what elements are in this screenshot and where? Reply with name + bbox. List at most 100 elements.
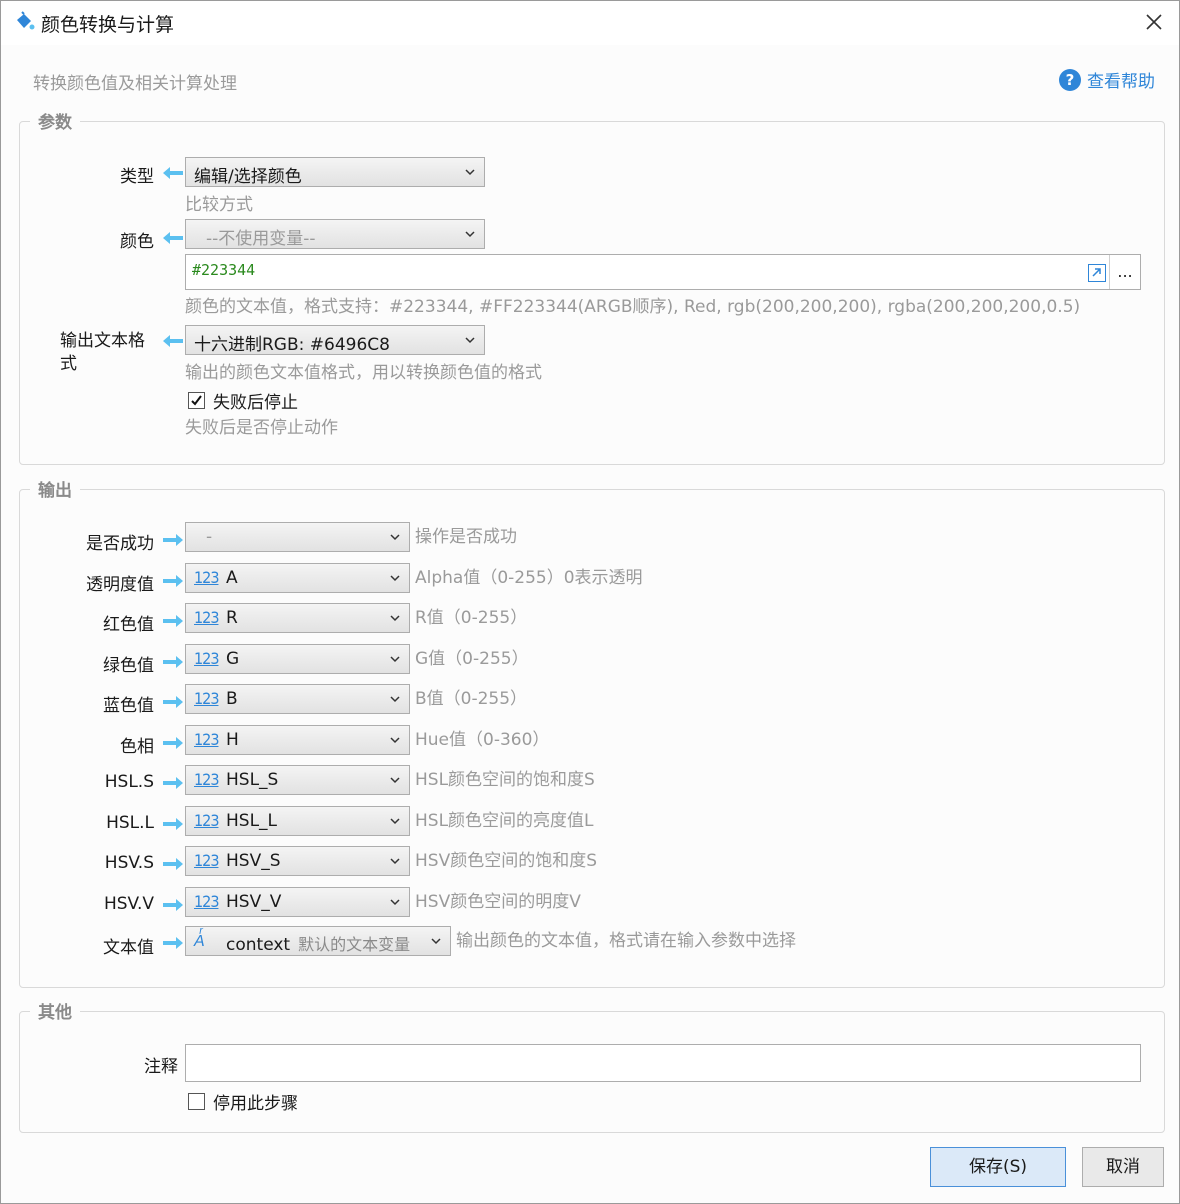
number-variable-icon: 123 — [194, 608, 219, 627]
format-label: 输出文本格式 — [60, 331, 145, 374]
output-arrow-icon — [163, 817, 183, 830]
check-icon — [191, 395, 202, 406]
number-variable-icon: 123 — [194, 689, 219, 708]
output-variable-select[interactable]: 123 HSV_V — [185, 886, 410, 917]
chevron-down-icon — [390, 817, 400, 824]
output-arrow-icon — [163, 937, 183, 949]
chevron-down-icon — [390, 736, 400, 743]
output-hint: HSV颜色空间的饱和度S — [415, 851, 597, 871]
comment-label: 注释 — [144, 1057, 178, 1077]
output-label: HSL.S — [104, 772, 154, 792]
save-button[interactable]: 保存(S) — [930, 1147, 1066, 1187]
comment-input[interactable] — [185, 1044, 1141, 1082]
format-hint: 输出的颜色文本值格式，用以转换颜色值的格式 — [185, 363, 542, 383]
number-variable-icon: 123 — [194, 648, 219, 668]
format-select[interactable]: 十六进制RGB: #6496C8 — [185, 325, 485, 355]
type-select[interactable]: 编辑/选择颜色 — [185, 157, 485, 187]
input-arrow-icon — [163, 335, 183, 347]
input-arrow-icon — [163, 232, 183, 244]
output-label: HSV.V — [103, 893, 154, 914]
input-arrow-icon — [163, 167, 183, 179]
number-variable-icon: 123 — [194, 567, 219, 587]
output-label: 是否成功 — [86, 534, 154, 554]
output-variable-select[interactable]: 123 A — [185, 562, 410, 593]
checkbox-box — [188, 392, 205, 409]
output-arrow-icon — [163, 696, 183, 708]
title-bar: 颜色转换与计算 — [1, 1, 1179, 45]
params-group: 参数 类型 编辑/选择颜色 比较方式 颜色 --不使用变量-- #223344 … — [19, 108, 1165, 465]
output-arrow-icon — [163, 777, 183, 789]
output-label: 透明度值 — [86, 574, 154, 595]
output-hint: Alpha值（0-255）0表示透明 — [415, 567, 643, 588]
checkbox-box — [188, 1093, 205, 1110]
output-group: 输出 是否成功 - 操作是否成功透明度值 123 A Alpha值（0-255）0表示透明… — [19, 476, 1165, 988]
output-arrow-icon — [163, 534, 183, 546]
output-legend: 输出 — [30, 476, 80, 501]
output-label: 色相 — [120, 736, 154, 757]
window-title: 颜色转换与计算 — [41, 14, 175, 36]
output-variable-select[interactable]: 123 H — [185, 724, 410, 755]
output-hint: HSV颜色空间的明度V — [415, 891, 581, 912]
output-arrow-icon — [163, 858, 183, 870]
output-arrow-icon — [163, 615, 183, 627]
output-hint: G值（0-255） — [415, 648, 529, 669]
output-hint: Hue值（0-360） — [415, 729, 550, 750]
number-variable-icon: 123 — [194, 851, 219, 870]
output-label: 绿色值 — [103, 655, 154, 676]
cancel-button[interactable]: 取消 — [1082, 1147, 1164, 1187]
output-label: HSV.S — [104, 853, 154, 873]
chevron-down-icon — [390, 655, 400, 662]
chevron-down-icon — [431, 938, 441, 945]
output-variable-select[interactable]: - — [185, 522, 410, 552]
color-hint: 颜色的文本值，格式支持：#223344, #FF223344(ARGB顺序), … — [185, 297, 1081, 317]
chevron-down-icon — [390, 858, 400, 865]
output-arrow-icon — [163, 898, 183, 911]
output-hint: HSL颜色空间的饱和度S — [415, 770, 595, 790]
dialog-subtitle: 转换颜色值及相关计算处理 — [33, 74, 237, 94]
output-variable-select[interactable]: 123 HSL_L — [185, 805, 410, 836]
output-variable-select[interactable]: 123 HSL_S — [185, 765, 410, 795]
color-label: 颜色 — [120, 232, 154, 252]
number-variable-icon: 123 — [194, 729, 219, 749]
output-label: 文本值 — [103, 938, 154, 958]
output-hint: R值（0-255） — [415, 608, 528, 628]
chevron-down-icon — [390, 615, 400, 622]
disable-step-checkbox[interactable]: 停用此步骤 — [188, 1089, 298, 1114]
help-link[interactable]: ? 查看帮助 — [1059, 67, 1155, 92]
number-variable-icon: 123 — [194, 810, 219, 830]
chevron-down-icon — [465, 337, 475, 344]
output-text-select[interactable]: Aͬ context 默认的文本变量 — [185, 926, 451, 956]
stop-on-fail-hint: 失败后是否停止动作 — [185, 418, 338, 438]
output-label: HSL.L — [106, 812, 154, 833]
chevron-down-icon — [390, 534, 400, 541]
open-editor-icon[interactable] — [1088, 264, 1106, 282]
chevron-down-icon — [390, 898, 400, 905]
help-label: 查看帮助 — [1087, 72, 1155, 92]
output-label: 蓝色值 — [103, 696, 154, 716]
output-variable-select[interactable]: 123 R — [185, 603, 410, 633]
output-hint: HSL颜色空间的亮度值L — [415, 810, 594, 831]
help-icon: ? — [1059, 68, 1081, 91]
output-arrow-icon — [163, 574, 183, 587]
output-arrow-icon — [163, 736, 183, 749]
output-variable-select[interactable]: 123 HSV_S — [185, 846, 410, 876]
output-hint: B值（0-255） — [415, 689, 528, 709]
more-options-button[interactable]: ... — [1109, 255, 1140, 289]
output-variable-select[interactable]: 123 G — [185, 643, 410, 674]
chevron-down-icon — [390, 777, 400, 784]
color-text-input[interactable]: #223344 ... — [185, 254, 1141, 290]
output-label: 红色值 — [103, 615, 154, 635]
output-variable-select[interactable]: 123 B — [185, 684, 410, 714]
output-arrow-icon — [163, 655, 183, 668]
chevron-down-icon — [390, 696, 400, 703]
type-label: 类型 — [120, 167, 154, 187]
stop-on-fail-checkbox[interactable]: 失败后停止 — [188, 388, 298, 413]
output-hint: 输出颜色的文本值，格式请在输入参数中选择 — [456, 931, 796, 951]
other-legend: 其他 — [30, 998, 80, 1023]
close-icon[interactable] — [1141, 9, 1167, 35]
color-variable-select[interactable]: --不使用变量-- — [185, 219, 485, 249]
number-variable-icon: 123 — [194, 891, 219, 911]
paint-bucket-icon — [17, 11, 35, 30]
text-variable-icon: Aͬ — [194, 931, 205, 950]
output-hint: 操作是否成功 — [415, 527, 517, 547]
